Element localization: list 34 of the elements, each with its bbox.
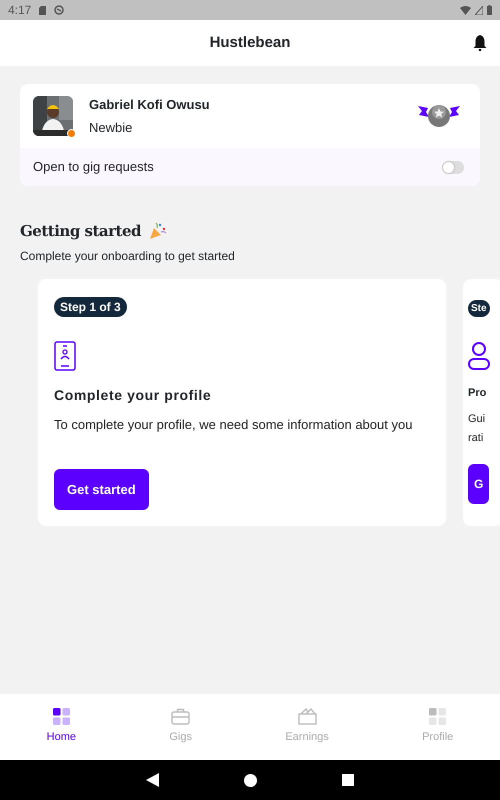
briefcase-icon: [171, 708, 190, 726]
home-circle-icon[interactable]: [244, 774, 257, 786]
status-dot: [67, 129, 76, 138]
step-description: To complete your profile, we need some information about you: [54, 416, 414, 434]
wallet-icon: [298, 708, 317, 726]
party-popper-icon: [148, 222, 167, 240]
user-level: Newbie: [89, 119, 134, 137]
notification-bell-icon[interactable]: [473, 35, 487, 51]
sd-card-icon: [39, 6, 46, 14]
signal-icon: [475, 6, 483, 14]
step-pill: Ste: [468, 300, 490, 316]
grid-icon: [429, 708, 446, 726]
app-title: Hustlebean: [210, 32, 290, 53]
section-subtitle: Complete your onboarding to get started: [20, 248, 236, 264]
step-title: Complete your profile: [54, 386, 212, 405]
get-started-button[interactable]: Get started: [54, 468, 149, 510]
section-title: Getting started: [20, 221, 141, 242]
grid-icon: [52, 708, 70, 726]
step-title: Pro: [468, 386, 488, 400]
status-time: 4:17: [8, 2, 32, 19]
battery-icon: [487, 5, 492, 15]
person-icon: [468, 340, 490, 370]
gig-requests-label: Open to gig requests: [33, 158, 154, 176]
back-icon[interactable]: [146, 773, 159, 787]
step-pill: Step 1 of 3: [54, 296, 127, 316]
medal-badge-icon: [418, 103, 460, 129]
nav-tab[interactable]: Home: [46, 708, 76, 746]
step-description: Gui rati: [468, 412, 486, 446]
get-started-button[interactable]: G: [468, 464, 490, 504]
sync-icon: [54, 5, 64, 15]
user-name: Gabriel Kofi Owusu: [89, 96, 211, 114]
id-card-icon: [54, 340, 76, 370]
gig-requests-toggle[interactable]: [442, 160, 464, 174]
wifi-icon: [460, 6, 471, 14]
